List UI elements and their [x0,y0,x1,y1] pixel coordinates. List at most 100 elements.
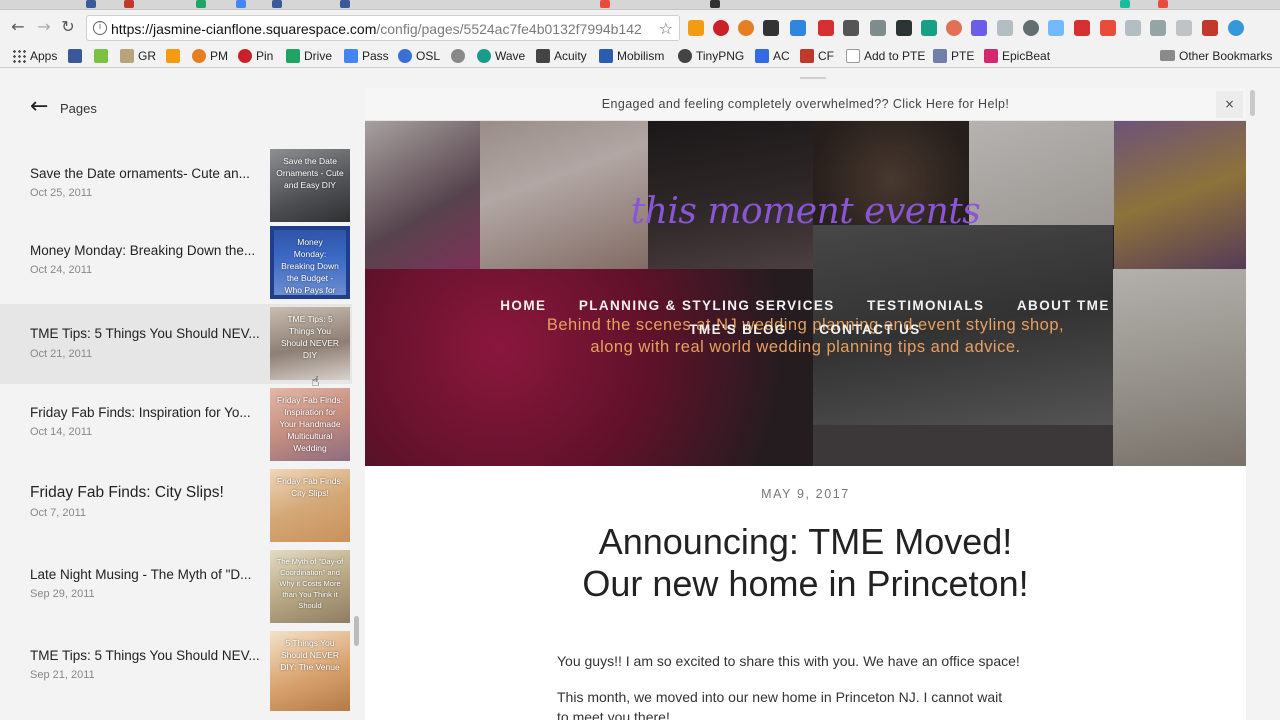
extension-icon[interactable] [738,20,754,36]
pocket-extension-icon[interactable] [843,20,859,36]
extension-icon[interactable] [1023,20,1039,36]
nav-testimonials[interactable]: TESTIMONIALS [867,298,984,313]
bookmark-amazon[interactable] [166,48,184,64]
bookmark-tinypng[interactable]: TinyPNG [678,48,744,64]
bookmark-label: Acuity [554,49,587,63]
bookmark-label: PM [210,49,228,63]
folder-icon [1160,50,1175,61]
tab-favicon-icon[interactable] [236,0,246,8]
bookmark-gr[interactable]: GR [120,48,156,64]
reload-icon[interactable]: ↻ [58,17,78,37]
page-list-item[interactable]: Save the Date ornaments- Cute an... Oct … [0,149,352,229]
extension-icon[interactable] [921,20,937,36]
bookmark-reddit[interactable] [451,48,469,64]
amazon-extension-icon[interactable] [688,20,704,36]
bookmark-drive[interactable]: Drive [286,48,332,64]
thumbnail-caption: 5 Things You Should NEVER DIY: The Venue [280,638,340,672]
calendar-extension-icon[interactable] [818,20,834,36]
extension-icon[interactable] [790,20,806,36]
forward-icon[interactable]: → [34,17,54,37]
extension-icon[interactable] [1228,20,1244,36]
tab-favicon-icon[interactable] [340,0,350,8]
tab-favicon-icon[interactable] [600,0,610,8]
nav-contact-us[interactable]: CONTACT US [819,322,921,337]
site-title[interactable]: this moment events [365,191,1246,232]
extension-icon[interactable] [1125,20,1141,36]
evernote-extension-icon[interactable] [896,20,912,36]
page-list-item[interactable]: TME Tips: 5 Things You Should NEV... Sep… [0,631,352,711]
tab-favicon-icon[interactable] [1158,0,1168,8]
drag-handle[interactable] [800,77,826,79]
tab-favicon-icon[interactable] [196,0,206,8]
pinterest-extension-icon[interactable] [713,20,729,36]
post-date: MAY 9, 2017 [761,487,850,501]
reddit-icon [451,49,465,63]
mouse-pointer-icon: ☝ [311,374,320,390]
page-date: Oct 21, 2011 [30,348,93,360]
address-bar[interactable]: i https://jasmine-cianflone.squarespace.… [86,15,680,41]
bookmark-facebook[interactable] [68,48,86,64]
bookmark-osl[interactable]: OSL [398,48,440,64]
bookmark-cf[interactable]: CF [800,48,834,64]
tab-favicon-icon[interactable] [1120,0,1130,8]
page-thumbnail: The Myth of "Day-of Coordination" and Wh… [270,550,350,623]
bookmark-label: GR [138,49,156,63]
buffer-extension-icon[interactable] [763,20,779,36]
bookmark-wave[interactable]: Wave [477,48,525,64]
bookmark-ac[interactable]: AC [755,48,790,64]
page-list-item-selected[interactable]: TME Tips: 5 Things You Should NEV... Oct… [0,304,352,384]
bookmark-houzz[interactable] [94,48,112,64]
extension-icon[interactable] [997,20,1013,36]
announcement-bar[interactable]: Engaged and feeling completely overwhelm… [365,88,1246,121]
bookmark-epicbeat[interactable]: EpicBeat [984,48,1050,64]
bookmark-pte[interactable]: PTE [933,48,974,64]
preview-scrollbar[interactable] [1249,88,1256,718]
bookmark-pin[interactable]: Pin [238,48,273,64]
close-announcement-button[interactable]: × [1216,91,1243,118]
bookmark-mobilism[interactable]: Mobilism [599,48,664,64]
nav-about-tme[interactable]: ABOUT TME [1017,298,1110,313]
page-list-item[interactable]: Friday Fab Finds: City Slips! Oct 7, 201… [0,469,352,549]
back-arrow-icon[interactable]: ← [30,96,48,118]
bookmark-pass[interactable]: Pass [344,48,389,64]
extension-icon[interactable] [1150,20,1166,36]
page-list-item[interactable]: Friday Fab Finds: Inspiration for Yo... … [0,388,352,468]
tab-favicon-icon[interactable] [86,0,96,8]
nav-planning-styling-services[interactable]: PLANNING & STYLING SERVICES [579,298,835,313]
extension-icon[interactable] [1176,20,1192,36]
youtube-extension-icon[interactable] [1100,20,1116,36]
tab-strip[interactable] [0,0,1280,10]
bookmark-add-to-pte[interactable]: Add to PTE [846,48,925,64]
tab-favicon-icon[interactable] [272,0,282,8]
bookmark-star-icon[interactable]: ☆ [659,19,673,38]
tab-favicon-icon[interactable] [124,0,134,8]
page-list-item[interactable]: Money Monday: Breaking Down the... Oct 2… [0,226,352,306]
sidebar-scrollbar[interactable] [354,616,359,646]
extension-icon[interactable] [971,20,987,36]
wave-icon [477,49,491,63]
url-text[interactable]: https://jasmine-cianflone.squarespace.co… [111,21,642,37]
houzz-icon [94,49,108,63]
extension-icon[interactable] [1202,20,1218,36]
scrollbar-thumb[interactable] [1250,90,1255,116]
bookmark-label: Pin [256,49,274,63]
back-icon[interactable]: ← [8,17,28,37]
extension-icon[interactable] [870,20,886,36]
bookmark-label: Add to PTE [864,49,926,63]
bookmark-label: Pass [362,49,389,63]
bookmark-pm[interactable]: PM [192,48,228,64]
code-extension-icon[interactable] [1048,20,1064,36]
extension-icon[interactable] [1074,20,1090,36]
bookmarks-bar: Apps GR PM Pin Drive Pass OSL Wave Acuit… [0,44,1280,68]
other-bookmarks[interactable]: Other Bookmarks [1160,48,1272,64]
osl-icon [398,49,412,63]
page-list-item[interactable]: Late Night Musing - The Myth of "D... Se… [0,550,352,630]
extension-icon[interactable] [946,20,962,36]
tab-favicon-icon[interactable] [710,0,720,8]
nav-home[interactable]: HOME [500,298,546,313]
bookmark-acuity[interactable]: Acuity [536,48,587,64]
site-info-icon[interactable]: i [93,21,107,35]
bookmark-apps[interactable]: Apps [12,48,57,64]
nav-tme-blog[interactable]: TME'S BLOG [689,322,786,337]
announcement-text[interactable]: Engaged and feeling completely overwhelm… [365,97,1246,111]
